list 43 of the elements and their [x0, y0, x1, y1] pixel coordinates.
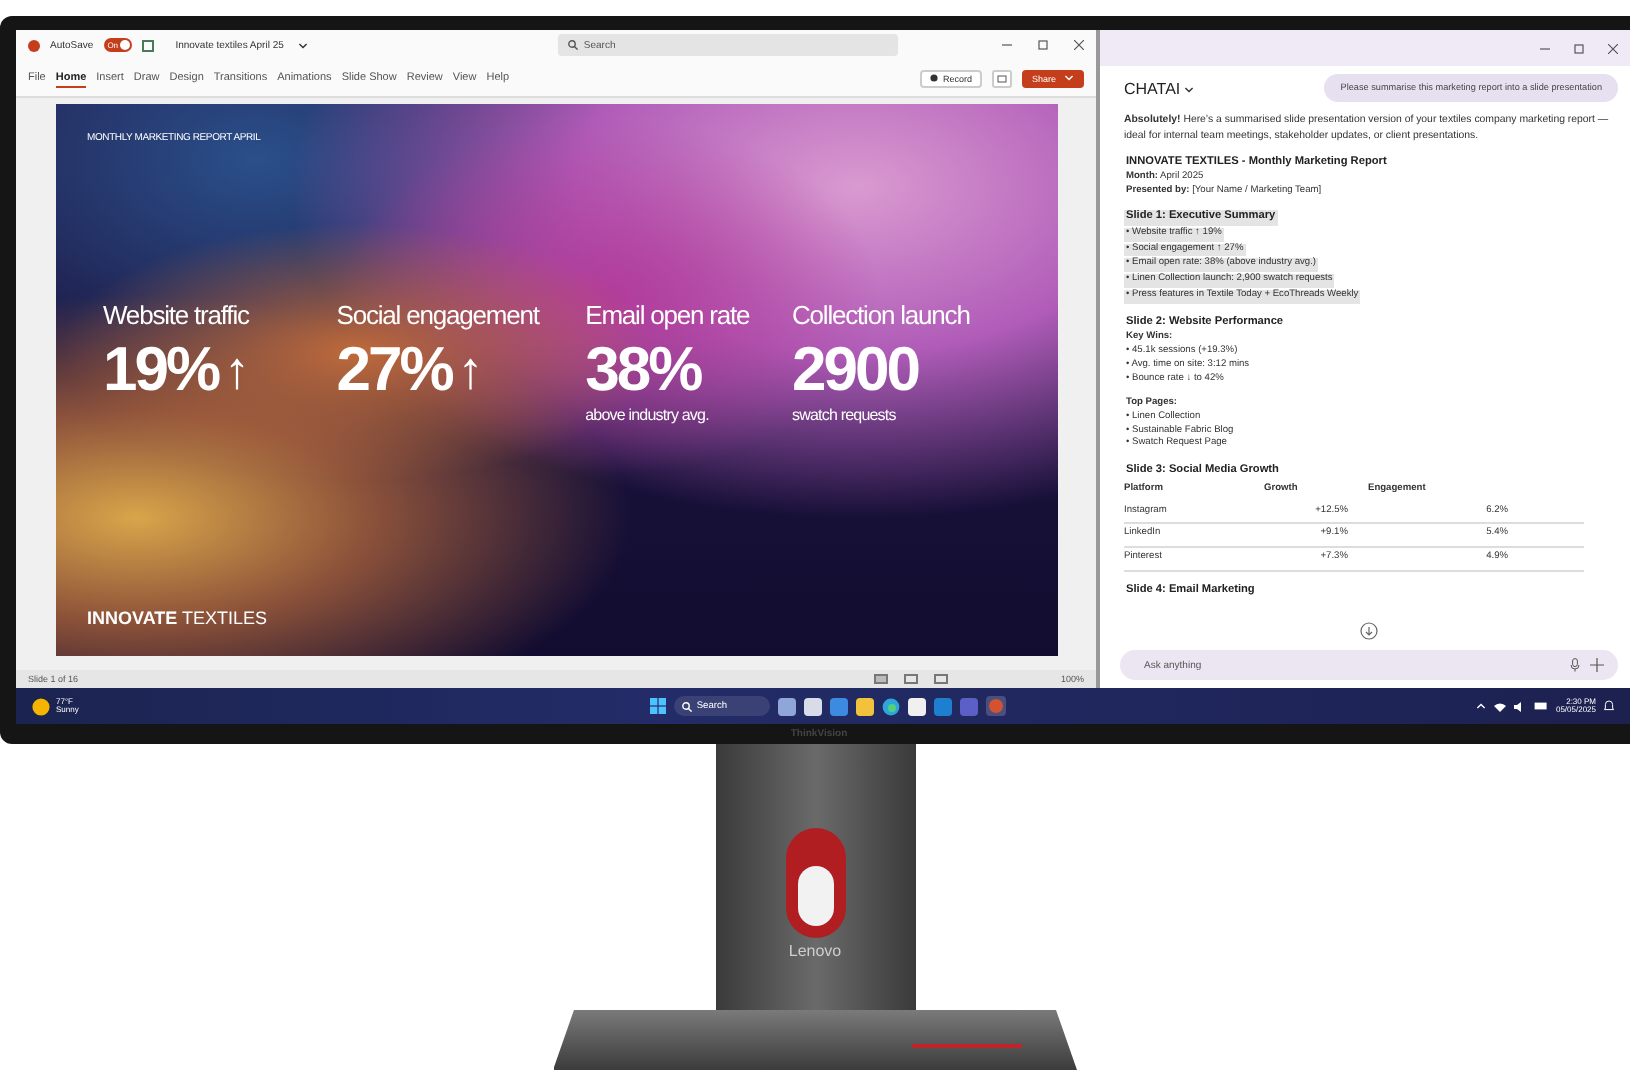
minimize-icon[interactable]	[1002, 40, 1012, 50]
stat-label: Website traffic	[103, 300, 249, 330]
stat-label: Social engagement	[336, 300, 539, 330]
minimize-icon[interactable]	[1540, 43, 1550, 53]
speaker-icon[interactable]	[1513, 701, 1526, 711]
windows-logo-icon[interactable]	[650, 698, 667, 714]
close-icon[interactable]	[1074, 40, 1084, 50]
record-dot-icon	[930, 74, 939, 82]
plus-icon[interactable]	[1590, 658, 1604, 672]
chevron-up-icon[interactable]	[1475, 702, 1486, 710]
maximize-icon[interactable]	[1574, 43, 1584, 53]
wifi-icon[interactable]	[1493, 701, 1506, 711]
brand-name: INNOVATE TEXTILES	[87, 608, 268, 628]
microphone-icon[interactable]	[1570, 658, 1580, 672]
stat-value: 2900	[792, 334, 918, 406]
app-logo-icon	[28, 39, 40, 51]
cable-slot-icon	[785, 828, 845, 938]
stat-note: swatch requests	[792, 406, 896, 424]
model-selector[interactable]: CHATAI	[1124, 77, 1195, 100]
stat-value: 38%	[585, 334, 701, 406]
search-icon	[567, 40, 578, 50]
stat-value: 19%	[103, 334, 219, 406]
stat-value: 27%	[336, 334, 452, 406]
stat-note: above industry avg.	[585, 406, 709, 424]
scroll-down-icon[interactable]	[1360, 622, 1378, 640]
caret-icon[interactable]	[1184, 85, 1195, 94]
sun-icon[interactable]	[32, 697, 50, 715]
stat-label: Collection launch	[792, 300, 970, 330]
maximize-icon[interactable]	[1038, 40, 1048, 50]
stat-label: Email open rate	[585, 300, 750, 330]
bell-icon[interactable]	[1604, 700, 1614, 712]
stand-brand: Lenovo	[788, 942, 842, 960]
caret-icon[interactable]	[297, 41, 308, 49]
reading-view-icon[interactable]	[934, 674, 949, 684]
presentation-app-icon[interactable]	[986, 696, 1007, 716]
battery-icon[interactable]	[1533, 702, 1548, 710]
normal-view-icon[interactable]	[874, 674, 889, 684]
search-icon	[682, 701, 693, 711]
trend-arrow: ↑	[457, 339, 484, 401]
close-icon[interactable]	[1608, 43, 1618, 53]
trend-arrow: ↑	[224, 339, 251, 401]
sorter-view-icon[interactable]	[904, 674, 919, 684]
browser-icon[interactable]	[882, 697, 901, 715]
